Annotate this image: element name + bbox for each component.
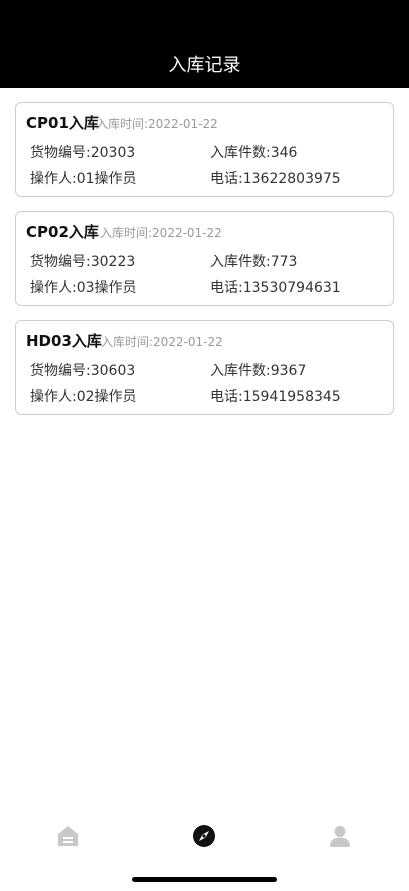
operator: 操作人:03操作员 <box>30 280 137 296</box>
record-title: CP02入库 <box>26 223 99 241</box>
tab-profile[interactable] <box>328 824 352 848</box>
bottom-tab-bar <box>0 818 409 868</box>
quantity: 入库件数:773 <box>210 254 298 270</box>
record-title: HD03入库 <box>26 332 102 350</box>
record-time: 入库时间:2022-01-22 <box>101 335 223 349</box>
page-title: 入库记录 <box>168 55 241 76</box>
operator: 操作人:01操作员 <box>30 171 137 187</box>
record-card[interactable]: CP01入库 入库时间:2022-01-22 货物编号:20303 入库件数:3… <box>15 102 394 197</box>
home-indicator <box>132 877 277 882</box>
compass-icon <box>193 825 215 847</box>
phone: 电话:15941958345 <box>210 389 341 405</box>
goods-number: 货物编号:30603 <box>30 363 136 379</box>
goods-number: 货物编号:20303 <box>30 145 136 161</box>
phone: 电话:13622803975 <box>210 171 341 187</box>
record-time: 入库时间:2022-01-22 <box>96 117 218 131</box>
record-title: CP01入库 <box>26 114 99 132</box>
user-icon <box>330 826 350 847</box>
home-icon <box>58 826 78 846</box>
record-card[interactable]: CP02入库 入库时间:2022-01-22 货物编号:30223 入库件数:7… <box>15 211 394 306</box>
operator: 操作人:02操作员 <box>30 389 137 405</box>
quantity: 入库件数:346 <box>210 145 298 161</box>
phone: 电话:13530794631 <box>210 280 341 296</box>
goods-number: 货物编号:30223 <box>30 254 136 270</box>
record-list: CP01入库 入库时间:2022-01-22 货物编号:20303 入库件数:3… <box>15 102 394 429</box>
quantity: 入库件数:9367 <box>210 363 307 379</box>
record-card[interactable]: HD03入库 入库时间:2022-01-22 货物编号:30603 入库件数:9… <box>15 320 394 415</box>
record-time: 入库时间:2022-01-22 <box>100 226 222 240</box>
tab-home[interactable] <box>56 824 80 848</box>
tab-discover[interactable] <box>192 824 216 848</box>
top-nav-bar: 入库记录 <box>0 0 409 88</box>
